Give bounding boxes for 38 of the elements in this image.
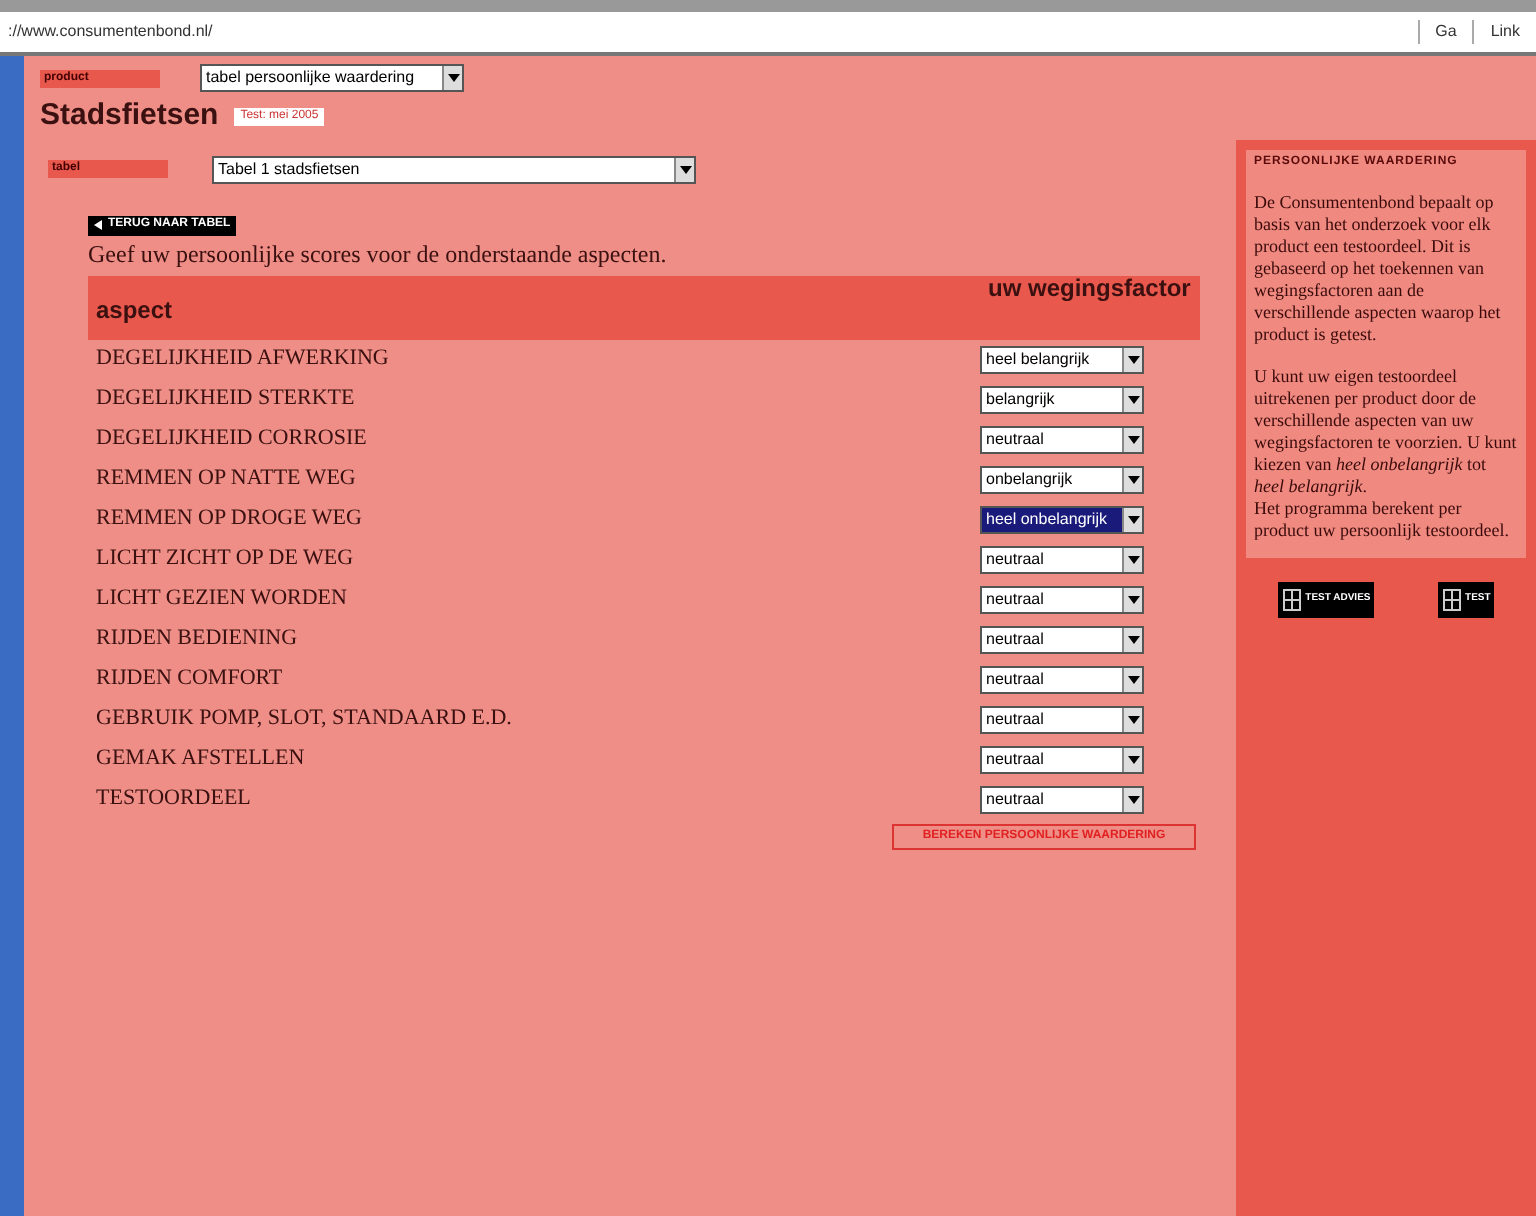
grid-icon: [1281, 588, 1302, 612]
factor-select[interactable]: heel onbelangrijk: [980, 505, 1144, 533]
aspect-cell-text: TESTOORDEEL: [94, 784, 253, 815]
intro-text: Geef uw persoonlijke scores voor de onderstaande aspecten.: [88, 237, 669, 271]
aspect-cell-text: GEMAK AFSTELLEN: [94, 744, 307, 775]
column-header: uw wegingsfactor: [986, 275, 1193, 301]
grid-icon: [1441, 588, 1462, 612]
aspect-cell-text: GEBRUIK POMP, SLOT, STANDAARD E.D.: [94, 704, 514, 735]
product-select[interactable]: tabel persoonlijke waardering: [200, 64, 464, 92]
factor-select[interactable]: neutraal: [980, 625, 1144, 653]
factor-select[interactable]: neutraal: [980, 745, 1144, 773]
page-title: Stadsfietsen: [40, 96, 219, 136]
back-arrow-icon: [94, 220, 104, 230]
aspect-cell-text: RIJDEN COMFORT: [94, 664, 285, 695]
factor-select[interactable]: neutraal: [980, 545, 1144, 573]
go-button[interactable]: Ga: [1417, 20, 1473, 44]
aspect-cell-text: LICHT ZICHT OP DE WEG: [94, 544, 356, 575]
factor-select[interactable]: neutraal: [980, 585, 1144, 613]
column-header: aspect: [94, 293, 175, 327]
factor-select[interactable]: neutraal: [980, 425, 1144, 453]
factor-select[interactable]: heel belangrijk: [980, 345, 1144, 373]
info-paragraph: De Consumentenbond bepaalt op basis van het onderzoek voor elk product een testoordeel. Dit is gebaseerd op het toekennen van wegingsfactoren aan de verschillende aspecten waarop het product is getest.: [1254, 192, 1503, 346]
aspect-cell-text: DEGELIJKHEID STERKTE: [94, 384, 357, 415]
factor-select[interactable]: onbelangrijk: [980, 465, 1144, 493]
aspect-cell-text: RIJDEN BEDIENING: [94, 624, 300, 655]
aspect-cell-text: REMMEN OP NATTE WEG: [94, 464, 358, 495]
info-paragraph: U kunt uw eigen testoordeel uitrekenen per product door de verschillende aspecten van uw wegingsfactoren te voorzien. U kunt kiezen van heel onbelangrijk tot heel belangrijk. Het programma berekent per product uw persoonlijk testoordeel.: [1254, 366, 1518, 542]
aspect-cell-text: REMMEN OP DROGE WEG: [94, 504, 364, 535]
factor-select[interactable]: neutraal: [980, 665, 1144, 693]
factor-select[interactable]: belangrijk: [980, 385, 1144, 413]
aspect-cell-text: DEGELIJKHEID AFWERKING: [94, 344, 391, 375]
aspect-cell-text: DEGELIJKHEID CORROSIE: [94, 424, 369, 455]
factor-select[interactable]: neutraal: [980, 785, 1144, 813]
aspect-cell-text: LICHT GEZIEN WORDEN: [94, 584, 349, 615]
factor-select[interactable]: neutraal: [980, 705, 1144, 733]
url-text: ://www.consumentenbond.nl/: [6, 20, 215, 44]
links-button[interactable]: Link: [1472, 20, 1536, 44]
table-select[interactable]: Tabel 1 stadsfietsen: [212, 155, 696, 183]
